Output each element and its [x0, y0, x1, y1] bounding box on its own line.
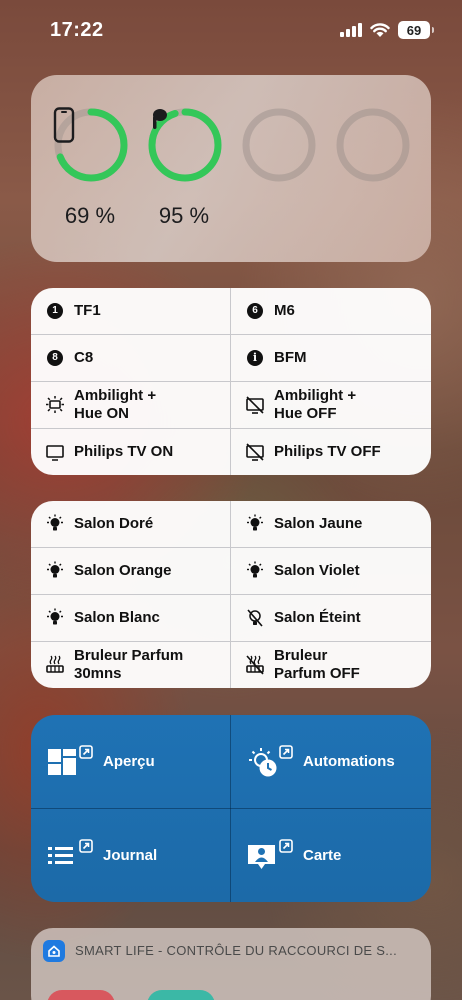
number-8-icon: 8 [45, 348, 65, 368]
automations-label: Automations [303, 753, 395, 770]
lightbulb-icon [45, 608, 65, 628]
info-icon: i [245, 348, 265, 368]
battery-ring-iphone [53, 107, 129, 183]
status-icons: 69 [340, 21, 434, 39]
status-time: 17:22 [50, 19, 104, 41]
c8-label: C8 [74, 349, 94, 366]
lightbulb-icon [45, 514, 65, 534]
ambilight-hue-on-button[interactable]: Ambilight + Hue ON [31, 382, 230, 428]
battery-percent-airpods: 95 % [158, 203, 210, 228]
salon-jaune-button[interactable]: Salon Jaune [231, 501, 431, 547]
salon-dore-label: Salon Doré [74, 515, 154, 532]
smart-life-widget[interactable]: SMART LIFE - CONTRÔLE DU RACCOURCI DE S.… [31, 928, 431, 1000]
battery-ring-empty-1 [241, 107, 317, 183]
battery-percent-iphone: 69 % [64, 203, 116, 228]
map-person-icon [247, 838, 293, 873]
lightbulb-icon [245, 514, 265, 534]
number-1-icon: 1 [45, 301, 65, 321]
lightbulb-off-icon [245, 608, 265, 628]
tv-icon [45, 442, 65, 462]
smart-life-title: SMART LIFE - CONTRÔLE DU RACCOURCI DE S.… [75, 943, 397, 958]
bruleur-parfum-off-label: Bruleur Parfum OFF [274, 647, 360, 682]
iphone-icon [53, 107, 129, 183]
number-6-icon: 6 [245, 301, 265, 321]
salon-orange-label: Salon Orange [74, 562, 172, 579]
salon-orange-button[interactable]: Salon Orange [31, 548, 230, 594]
bfm-label: BFM [274, 349, 307, 366]
bruleur-parfum-30mns-label: Bruleur Parfum 30mns [74, 647, 184, 682]
ambilight-on-icon [45, 395, 65, 415]
journal-button[interactable]: Journal [31, 809, 230, 902]
smart-life-shortcut-teal[interactable] [147, 990, 215, 1000]
salon-eteint-label: Salon Éteint [274, 609, 361, 626]
battery-ring-airpods [147, 107, 223, 183]
batteries-widget[interactable]: 69 % 95 % [31, 75, 431, 262]
salon-blanc-button[interactable]: Salon Blanc [31, 595, 230, 641]
journal-list-icon [47, 838, 93, 873]
tv-shortcuts-widget: 1 TF1 6 M6 8 C8 i BFM Ambilight +Hue ON [31, 288, 431, 475]
bfm-button[interactable]: i BFM [231, 335, 431, 381]
tv-off-icon [245, 442, 265, 462]
lightbulb-icon [45, 561, 65, 581]
carte-button[interactable]: Carte [231, 809, 431, 902]
battery-icon: 69 [398, 21, 434, 39]
tv-off-icon [245, 395, 265, 415]
battery-ring-empty-2 [335, 107, 411, 183]
philips-tv-on-button[interactable]: Philips TV ON [31, 429, 230, 475]
automations-button[interactable]: Automations [231, 715, 431, 808]
smart-life-app-icon [43, 940, 65, 962]
wifi-icon [370, 22, 390, 37]
carte-label: Carte [303, 847, 342, 864]
m6-label: M6 [274, 302, 295, 319]
airpods-icon [147, 107, 223, 183]
heater-icon [45, 655, 65, 675]
ambilight-hue-on-label: Ambilight + Hue ON [74, 387, 157, 422]
ambilight-hue-off-button[interactable]: Ambilight + Hue OFF [231, 382, 431, 428]
automation-clock-icon [247, 744, 293, 779]
home-app-widget: Aperçu Automations Journal Carte [31, 715, 431, 902]
cellular-signal-icon [340, 23, 362, 37]
heater-off-icon [245, 655, 265, 675]
salon-violet-label: Salon Violet [274, 562, 360, 579]
overview-grid-icon [47, 744, 93, 779]
m6-button[interactable]: 6 M6 [231, 288, 431, 334]
journal-label: Journal [103, 847, 158, 864]
apercu-button[interactable]: Aperçu [31, 715, 230, 808]
lights-shortcuts-widget: Salon Doré Salon Jaune Salon Orange Salo… [31, 501, 431, 688]
apercu-label: Aperçu [103, 753, 155, 770]
salon-dore-button[interactable]: Salon Doré [31, 501, 230, 547]
philips-tv-on-label: Philips TV ON [74, 443, 174, 460]
status-bar: 17:22 69 [0, 0, 462, 60]
smart-life-shortcut-red[interactable] [47, 990, 115, 1000]
tf1-label: TF1 [74, 302, 101, 319]
philips-tv-off-button[interactable]: Philips TV OFF [231, 429, 431, 475]
lightbulb-icon [245, 561, 265, 581]
tf1-button[interactable]: 1 TF1 [31, 288, 230, 334]
bruleur-parfum-off-button[interactable]: Bruleur Parfum OFF [231, 642, 431, 688]
salon-eteint-button[interactable]: Salon Éteint [231, 595, 431, 641]
bruleur-parfum-30mns-button[interactable]: Bruleur Parfum 30mns [31, 642, 230, 688]
c8-button[interactable]: 8 C8 [31, 335, 230, 381]
salon-blanc-label: Salon Blanc [74, 609, 160, 626]
salon-jaune-label: Salon Jaune [274, 515, 363, 532]
ambilight-hue-off-label: Ambilight + Hue OFF [274, 387, 357, 422]
salon-violet-button[interactable]: Salon Violet [231, 548, 431, 594]
philips-tv-off-label: Philips TV OFF [274, 443, 381, 460]
battery-level: 69 [406, 22, 422, 38]
